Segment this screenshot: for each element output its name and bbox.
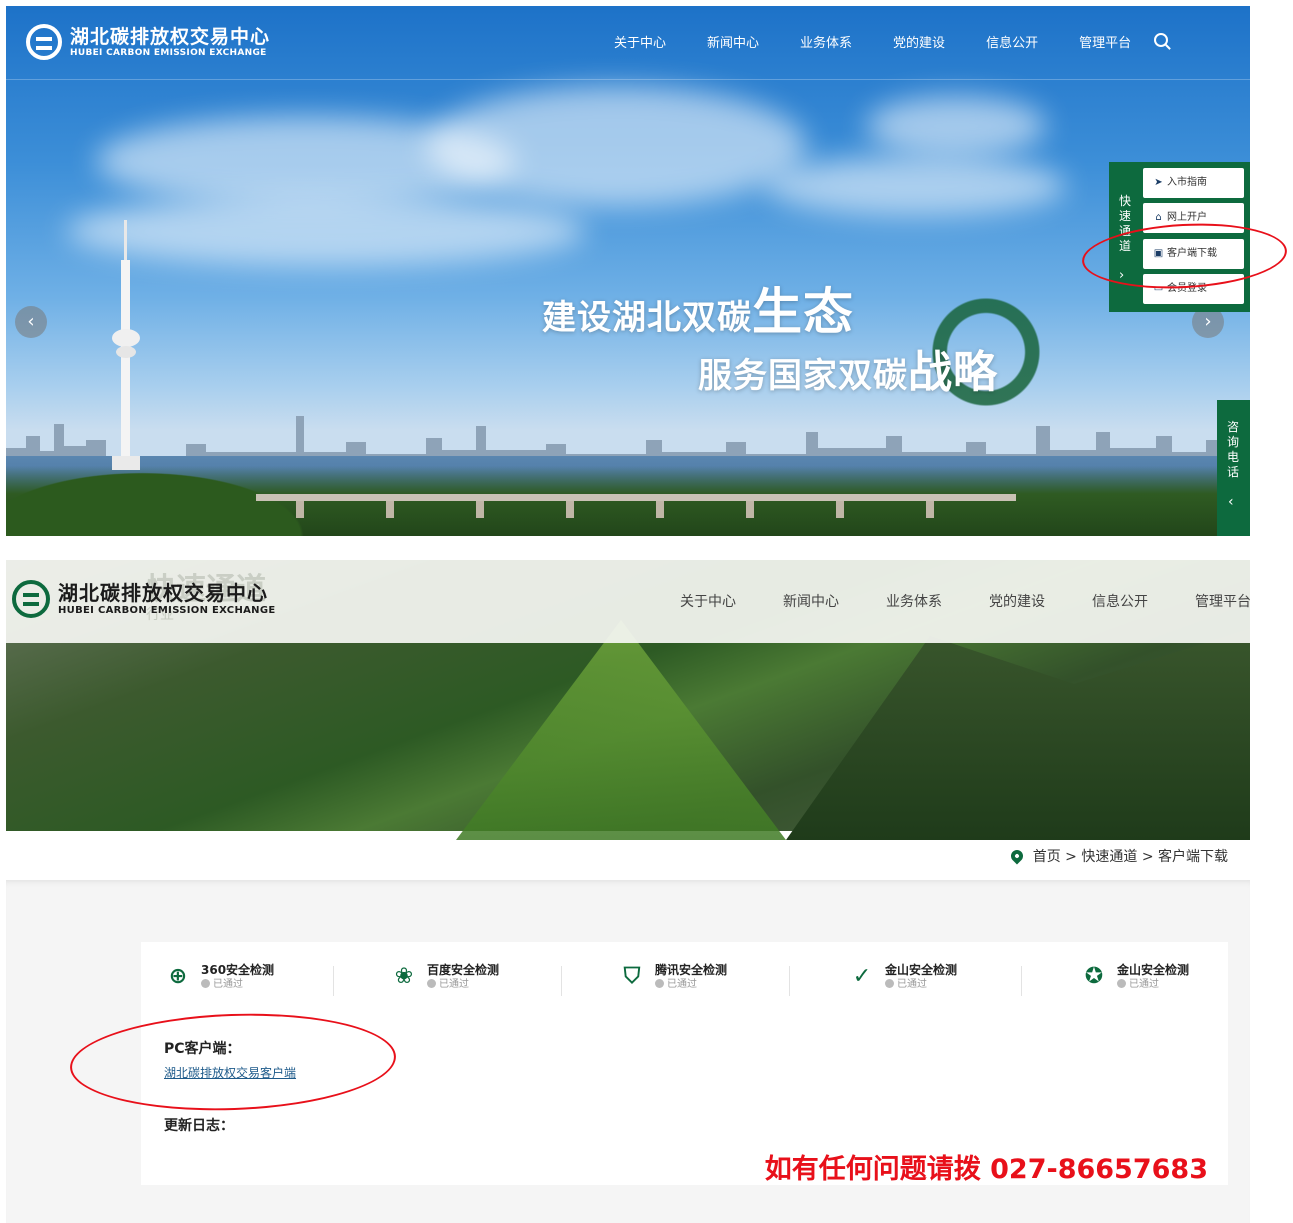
logo-subtitle: HUBEI CARBON EMISSION EXCHANGE bbox=[70, 47, 267, 58]
check-circle-icon bbox=[201, 979, 210, 988]
menu-business[interactable]: 业务体系 bbox=[800, 32, 852, 51]
check-arrow-icon: ✓ bbox=[852, 964, 872, 989]
check-circle-icon bbox=[427, 979, 436, 988]
cloud bbox=[426, 86, 806, 206]
cloud bbox=[766, 156, 1066, 216]
check-circle-icon bbox=[885, 979, 894, 988]
menu-platform[interactable]: 管理平台 bbox=[1079, 32, 1131, 51]
logo-title: 湖北碳排放权交易中心 bbox=[58, 580, 268, 605]
site-logo[interactable]: 湖北碳排放权交易中心 HUBEI CARBON EMISSION EXCHANG… bbox=[12, 580, 275, 618]
consult-phone-panel[interactable]: 咨询电话 ‹ bbox=[1217, 400, 1250, 536]
security-check-item: ❀ 百度安全检测 已通过 bbox=[389, 962, 499, 992]
check-circle-icon bbox=[1117, 979, 1126, 988]
paper-plane-icon: ➤ bbox=[1154, 177, 1163, 188]
slogan-line1: 建设湖北双碳生态 bbox=[542, 282, 854, 341]
top-navbar: 湖北碳排放权交易中心 HUBEI CARBON EMISSION EXCHANG… bbox=[6, 6, 1250, 80]
hero-screenshot: 湖北碳排放权交易中心 HUBEI CARBON EMISSION EXCHANG… bbox=[6, 6, 1250, 536]
menu-news[interactable]: 新闻中心 bbox=[707, 32, 759, 51]
menu-news[interactable]: 新闻中心 bbox=[783, 591, 839, 611]
plus-shield-icon: ⊕ bbox=[168, 964, 188, 989]
quick-item-market-guide[interactable]: ➤ 入市指南 bbox=[1143, 168, 1244, 198]
divider bbox=[561, 966, 562, 996]
menu-disclosure[interactable]: 信息公开 bbox=[986, 32, 1038, 51]
menu-party[interactable]: 党的建设 bbox=[989, 591, 1045, 611]
exchange-logo-icon bbox=[12, 580, 50, 618]
check-circle-icon bbox=[655, 979, 664, 988]
security-check-item: ⊕ 360安全检测 已通过 bbox=[163, 962, 274, 992]
menu-about[interactable]: 关于中心 bbox=[680, 591, 736, 611]
slogan-line2: 服务国家双碳战略 bbox=[698, 347, 998, 398]
search-icon[interactable] bbox=[1154, 33, 1168, 47]
logo-title: 湖北碳排放权交易中心 bbox=[70, 25, 271, 48]
consult-phone-title: 咨询电话 bbox=[1226, 420, 1239, 479]
breadcrumb-text[interactable]: 首页 > 快速通道 > 客户端下载 bbox=[1033, 846, 1228, 866]
cloud bbox=[866, 96, 1046, 156]
chevron-left-icon: ‹ bbox=[1228, 494, 1234, 510]
security-checks: ⊕ 360安全检测 已通过 ❀ 百度安全检测 已通过 ⛉ 腾讯安全检测 已通过 … bbox=[141, 962, 1228, 1006]
main-menu: 关于中心 新闻中心 业务体系 党的建设 信息公开 管理平台 bbox=[680, 591, 1250, 611]
security-check-item: ⛉ 腾讯安全检测 已通过 bbox=[617, 962, 727, 992]
menu-about[interactable]: 关于中心 bbox=[614, 32, 666, 51]
menu-business[interactable]: 业务体系 bbox=[886, 591, 942, 611]
menu-party[interactable]: 党的建设 bbox=[893, 32, 945, 51]
divider bbox=[789, 966, 790, 996]
breadcrumb: 首页 > 快速通道 > 客户端下载 bbox=[1008, 846, 1228, 866]
carousel-prev-button[interactable]: ‹ bbox=[15, 306, 47, 338]
menu-disclosure[interactable]: 信息公开 bbox=[1092, 591, 1148, 611]
site-logo[interactable]: 湖北碳排放权交易中心 HUBEI CARBON EMISSION EXCHANG… bbox=[26, 24, 270, 60]
mountain-ridge bbox=[456, 620, 786, 840]
download-page-screenshot: 快速通道 行业 湖北碳排放权交易中心 HUBEI CARBON EMISSION… bbox=[6, 560, 1250, 1223]
page-navbar: 快速通道 行业 湖北碳排放权交易中心 HUBEI CARBON EMISSION… bbox=[6, 560, 1250, 643]
lion-badge-icon: ✪ bbox=[1084, 964, 1104, 989]
menu-platform[interactable]: 管理平台 bbox=[1195, 591, 1250, 611]
tv-tower bbox=[112, 220, 140, 470]
security-check-item: ✓ 金山安全检测 已通过 bbox=[847, 962, 957, 992]
shield-check-icon: ⛉ bbox=[623, 964, 641, 989]
location-pin-icon bbox=[1008, 847, 1026, 865]
contact-phone-note: 如有任何问题请拨 027-86657683 bbox=[764, 1154, 1208, 1185]
logo-subtitle: HUBEI CARBON EMISSION EXCHANGE bbox=[58, 604, 276, 616]
changelog-label: 更新日志： bbox=[164, 1118, 234, 1134]
divider bbox=[333, 966, 334, 996]
bridge bbox=[256, 494, 1016, 518]
main-menu: 关于中心 新闻中心 业务体系 党的建设 信息公开 管理平台 bbox=[614, 32, 1172, 51]
security-check-item: ✪ 金山安全检测 已通过 bbox=[1079, 962, 1189, 992]
divider bbox=[1021, 966, 1022, 996]
exchange-logo-icon bbox=[26, 24, 62, 60]
paw-icon: ❀ bbox=[394, 964, 414, 989]
